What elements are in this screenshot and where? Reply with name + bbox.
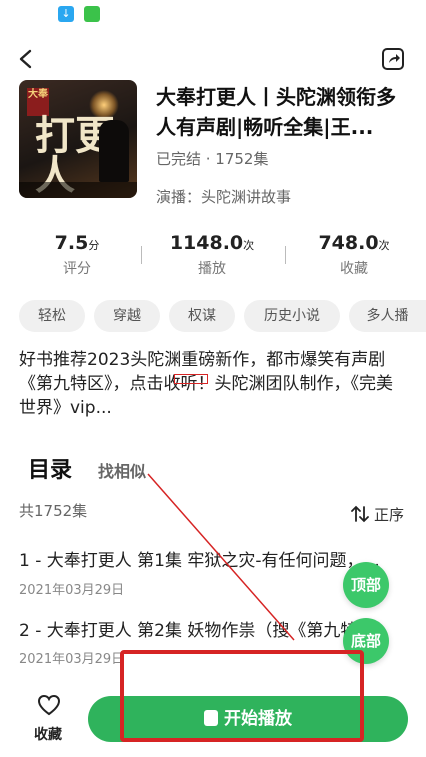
stat-divider	[141, 246, 142, 264]
sort-icon[interactable]	[350, 505, 370, 523]
episode-count: 共1752集	[19, 502, 88, 520]
album-description[interactable]: 好书推荐2023头陀渊重磅新作，都市爆笑有声剧《第九特区》，点击收听！头陀渊团队…	[19, 348, 409, 420]
tag-chip[interactable]: 多人播	[349, 300, 426, 332]
stat-divider	[285, 246, 286, 264]
stat-plays-unit: 次	[243, 239, 255, 252]
stat-favorites-unit: 次	[378, 239, 390, 252]
stat-favorites-value: 748.0	[318, 232, 379, 254]
stat-rating: 7.5分 评分	[17, 232, 137, 278]
tag-chip[interactable]: 历史小说	[244, 300, 340, 332]
album-cover: 大奉 打更人	[19, 80, 137, 198]
download-status-icon: ↓	[58, 6, 74, 22]
tag-chip[interactable]: 轻松	[19, 300, 85, 332]
favorite-label[interactable]: 收藏	[34, 724, 62, 744]
album-status: 已完结 · 1752集	[156, 150, 269, 168]
share-icon[interactable]	[380, 46, 406, 72]
sort-order-button[interactable]: 正序	[374, 504, 404, 525]
episode-date: 2021年03月29日	[19, 652, 125, 667]
heart-icon[interactable]	[37, 694, 61, 716]
toc-title[interactable]: 目录	[28, 452, 72, 484]
back-arrow-icon[interactable]	[16, 48, 38, 70]
episode-date: 2021年03月29日	[19, 583, 125, 598]
stat-plays-value: 1148.0	[169, 232, 244, 254]
annotation-small-box	[174, 374, 208, 384]
tag-chip[interactable]: 穿越	[94, 300, 160, 332]
stat-rating-value: 7.5	[54, 232, 89, 254]
tag-chip[interactable]: 权谋	[169, 300, 235, 332]
find-similar-tab[interactable]: 找相似	[98, 458, 146, 482]
stat-plays: 1148.0次 播放	[152, 232, 272, 278]
annotation-highlight-box	[120, 650, 364, 742]
album-narrator[interactable]: 演播：头陀渊讲故事	[156, 186, 291, 207]
wechat-status-icon	[84, 6, 100, 22]
stat-favorites-label: 收藏	[340, 261, 368, 277]
album-title: 大奉打更人丨头陀渊领衔多人有声剧|畅听全集|王...	[156, 85, 396, 139]
cover-strip	[19, 182, 137, 198]
stat-favorites: 748.0次 收藏	[294, 232, 414, 278]
stat-plays-label: 播放	[198, 261, 226, 277]
scroll-top-button[interactable]: 顶部	[343, 562, 389, 608]
cover-figure	[99, 120, 129, 182]
episode-title[interactable]: 1 - 大奉打更人 第1集 牢狱之灾-有任何问题，...	[19, 546, 407, 571]
stat-rating-unit: 分	[88, 239, 100, 252]
stat-rating-label: 评分	[63, 261, 91, 277]
